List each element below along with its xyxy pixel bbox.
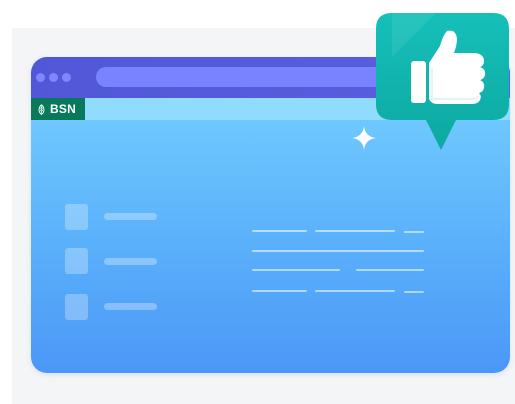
placeholder-line <box>252 250 424 252</box>
placeholder-text-bar <box>104 258 157 265</box>
sparkle-icon <box>352 126 376 150</box>
window-dot <box>36 73 45 82</box>
thumbs-up-badge <box>376 13 509 150</box>
placeholder-line <box>252 269 340 271</box>
placeholder-icon-tile <box>65 294 88 320</box>
placeholder-icon-tile <box>65 248 88 274</box>
placeholder-line <box>315 290 395 292</box>
window-dot <box>49 73 58 82</box>
brand-logo-text: BSN <box>50 102 76 116</box>
brand-tab: BSN <box>31 98 85 120</box>
placeholder-icon-tile <box>65 204 88 230</box>
placeholder-line <box>252 290 307 292</box>
placeholder-line <box>252 230 307 232</box>
placeholder-line <box>356 269 424 271</box>
leaf-icon <box>38 103 45 115</box>
placeholder-line <box>315 230 395 232</box>
placeholder-line <box>404 291 424 293</box>
placeholder-text-bar <box>104 303 157 310</box>
placeholder-text-bar <box>104 213 157 220</box>
window-dot <box>62 73 71 82</box>
placeholder-line <box>404 231 424 233</box>
